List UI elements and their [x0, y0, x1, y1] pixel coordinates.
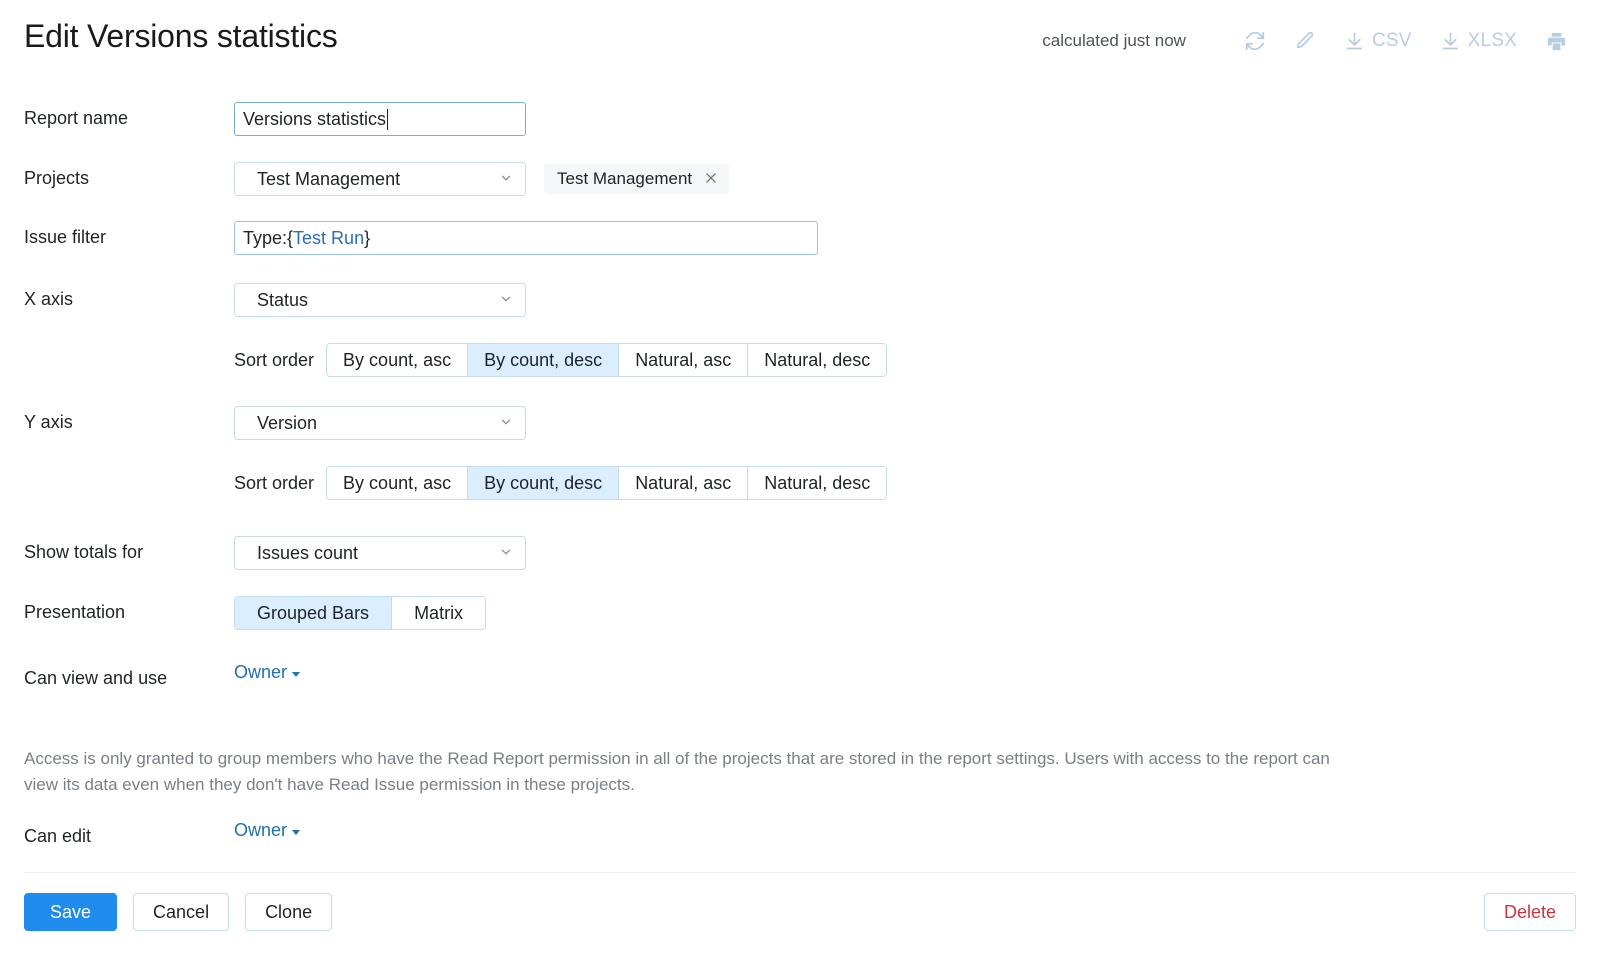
- show-totals-select[interactable]: Issues count: [234, 536, 526, 570]
- report-name-input[interactable]: Versions statistics: [234, 102, 526, 136]
- presentation-group: Grouped Bars Matrix: [234, 596, 487, 630]
- row-y-axis-sort: Sort order By count, asc By count, desc …: [0, 466, 1600, 500]
- y-axis-select[interactable]: Version: [234, 406, 526, 440]
- text-caret: [387, 108, 389, 130]
- can-edit-label: Can edit: [24, 826, 92, 846]
- issue-filter-prefix: Type:: [243, 227, 288, 248]
- y-sort-by-count-desc[interactable]: By count, desc: [468, 467, 620, 499]
- delete-button[interactable]: Delete: [1483, 893, 1576, 931]
- x-sort-by-count-asc[interactable]: By count, asc: [327, 344, 469, 376]
- y-sort-natural-desc[interactable]: Natural, desc: [748, 467, 887, 499]
- row-x-axis: X axis Status: [0, 283, 1600, 317]
- presentation-label: Presentation: [24, 602, 126, 622]
- clone-button[interactable]: Clone: [245, 893, 333, 931]
- issue-filter-brace-close: }: [364, 227, 371, 248]
- show-totals-value: Issues count: [257, 542, 359, 563]
- chevron-down-icon: [499, 169, 513, 190]
- page-title: Edit Versions statistics: [24, 18, 338, 54]
- print-button[interactable]: [1531, 24, 1582, 58]
- presentation-grouped-bars[interactable]: Grouped Bars: [235, 597, 393, 629]
- row-show-totals: Show totals for Issues count: [0, 536, 1600, 570]
- x-axis-sort-label: Sort order: [234, 349, 315, 370]
- chevron-down-icon: [499, 413, 513, 434]
- save-button[interactable]: Save: [24, 893, 118, 931]
- page-header: Edit Versions statistics calculated just…: [0, 0, 1600, 82]
- row-report-name: Report name Versions statistics: [0, 102, 1600, 136]
- can-edit-dropdown[interactable]: Owner: [234, 820, 301, 841]
- can-view-value: Owner: [234, 662, 288, 682]
- download-icon: [1440, 31, 1461, 52]
- permissions-section: Can edit Owner: [0, 820, 1600, 852]
- x-sort-natural-asc[interactable]: Natural, asc: [619, 344, 749, 376]
- x-axis-select[interactable]: Status: [234, 283, 526, 317]
- y-axis-select-value: Version: [257, 412, 318, 433]
- x-sort-natural-desc[interactable]: Natural, desc: [748, 344, 887, 376]
- cancel-button[interactable]: Cancel: [133, 893, 230, 931]
- x-axis-label: X axis: [24, 289, 74, 309]
- y-axis-sort-group: By count, asc By count, desc Natural, as…: [326, 466, 888, 500]
- y-sort-by-count-asc[interactable]: By count, asc: [327, 467, 469, 499]
- presentation-matrix[interactable]: Matrix: [392, 597, 486, 629]
- can-edit-value: Owner: [234, 820, 288, 840]
- edit-report-page: Edit Versions statistics calculated just…: [0, 0, 1600, 957]
- y-sort-natural-asc[interactable]: Natural, asc: [619, 467, 749, 499]
- issue-filter-input[interactable]: Type: {Test Run}: [234, 221, 818, 255]
- row-can-view: Can view and use Owner: [0, 662, 1600, 694]
- export-xlsx-label: XLSX: [1467, 30, 1517, 51]
- projects-select[interactable]: Test Management: [234, 162, 526, 196]
- download-icon: [1344, 31, 1365, 52]
- projects-label: Projects: [24, 168, 90, 188]
- row-presentation: Presentation Grouped Bars Matrix: [0, 596, 1600, 630]
- row-y-axis: Y axis Version: [0, 406, 1600, 440]
- report-settings-form: Report name Versions statistics Projects…: [0, 96, 1600, 694]
- row-issue-filter: Issue filter Type: {Test Run}: [0, 221, 1600, 255]
- chevron-down-icon: [499, 290, 513, 311]
- footer-actions: Save Cancel Clone Delete: [0, 893, 1600, 931]
- x-axis-select-value: Status: [257, 289, 309, 310]
- calculated-status: calculated just now: [1042, 31, 1186, 50]
- export-xlsx-button[interactable]: XLSX: [1426, 24, 1531, 58]
- printer-icon: [1545, 30, 1568, 53]
- caret-down-icon: [292, 829, 301, 835]
- pencil-icon: [1294, 30, 1316, 52]
- export-csv-label: CSV: [1371, 30, 1412, 51]
- chevron-down-icon: [499, 543, 513, 564]
- row-projects: Projects Test Management Test Management: [0, 162, 1600, 196]
- project-chip-label: Test Management: [557, 169, 693, 188]
- report-name-value: Versions statistics: [243, 108, 387, 129]
- project-chip[interactable]: Test Management: [544, 164, 730, 194]
- y-axis-label: Y axis: [24, 412, 73, 432]
- can-view-label: Can view and use: [24, 668, 168, 688]
- refresh-button[interactable]: [1230, 24, 1280, 58]
- report-name-label: Report name: [24, 108, 129, 128]
- x-axis-sort-group: By count, asc By count, desc Natural, as…: [326, 343, 888, 377]
- refresh-icon: [1244, 30, 1266, 52]
- y-axis-sort-label: Sort order: [234, 472, 315, 493]
- x-sort-by-count-desc[interactable]: By count, desc: [468, 344, 620, 376]
- can-view-dropdown[interactable]: Owner: [234, 662, 301, 683]
- edit-button[interactable]: [1280, 24, 1330, 58]
- show-totals-label: Show totals for: [24, 542, 144, 562]
- row-x-axis-sort: Sort order By count, asc By count, desc …: [0, 343, 1600, 377]
- close-icon[interactable]: [704, 171, 718, 188]
- row-can-edit: Can edit Owner: [0, 820, 1600, 852]
- issue-filter-label: Issue filter: [24, 227, 107, 247]
- footer-divider: [24, 872, 1576, 873]
- caret-down-icon: [292, 671, 301, 677]
- access-note: Access is only granted to group members …: [24, 749, 1330, 795]
- export-csv-button[interactable]: CSV: [1330, 24, 1426, 58]
- header-toolbar: calculated just now CSV XLSX: [1042, 20, 1582, 62]
- projects-select-value: Test Management: [257, 168, 401, 189]
- issue-filter-token: Test Run: [293, 227, 365, 248]
